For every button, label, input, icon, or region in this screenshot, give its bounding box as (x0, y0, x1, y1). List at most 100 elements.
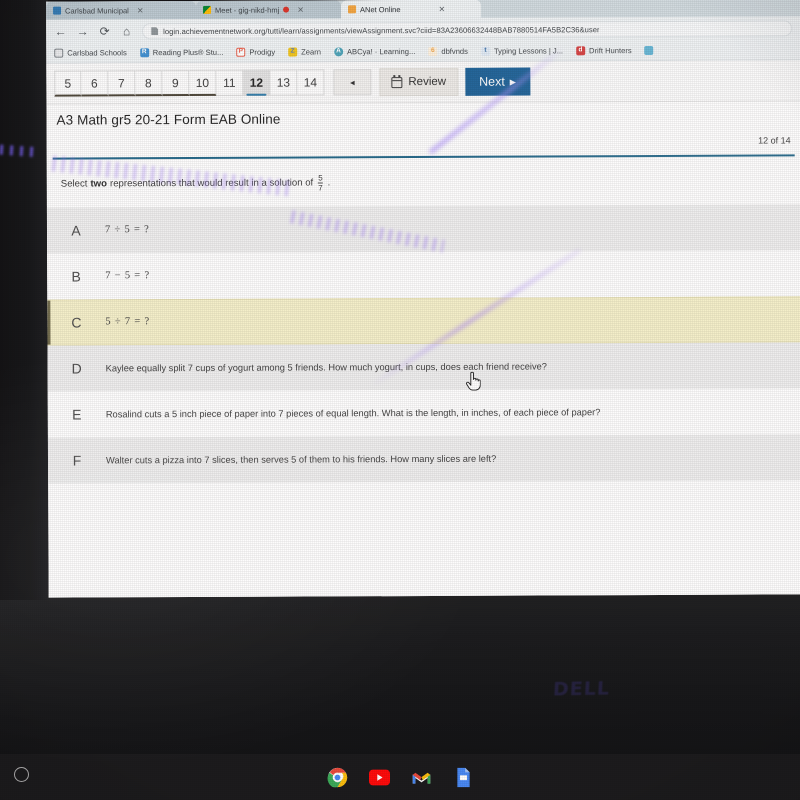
calendar-grid-icon (391, 76, 403, 88)
answer-option-d[interactable]: D Kaylee equally split 7 cups of yogurt … (47, 341, 800, 392)
gmail-icon[interactable] (411, 767, 432, 788)
bookmark-typing-lessons[interactable]: t Typing Lessons | J... (480, 46, 564, 56)
bookmark-label: Typing Lessons | J... (493, 46, 564, 56)
close-icon[interactable]: ✕ (438, 4, 445, 13)
option-text: 7 ÷ 5 = ? (104, 224, 150, 236)
drift-hunters-icon: d (576, 46, 586, 56)
chrome-icon[interactable] (327, 767, 348, 788)
question-stem: Select two representations that would re… (47, 156, 800, 203)
question-number-10[interactable]: 10 (189, 69, 217, 97)
prodigy-icon: P (236, 47, 246, 57)
tab-title: Carlsbad Municipal (65, 5, 129, 16)
answer-option-c[interactable]: C 5 ÷ 7 = ? (47, 295, 800, 346)
answer-options-list: A 7 ÷ 5 = ? B 7 − 5 = ? C 5 ÷ 7 = ? D Ka… (46, 203, 800, 484)
option-letter: F (72, 452, 82, 469)
chromeos-shelf (0, 754, 800, 800)
back-arrow-icon[interactable]: ← (54, 25, 67, 39)
option-text: 5 ÷ 7 = ? (105, 316, 150, 328)
review-button-label: Review (408, 75, 447, 89)
browser-tab-carlsbad-municipal[interactable]: Carlsbad Municipal ✕ (46, 0, 197, 20)
recording-dot-icon (283, 6, 290, 13)
home-icon[interactable]: ⌂ (120, 24, 133, 38)
answer-option-f[interactable]: F Walter cuts a pizza into 7 slices, the… (47, 433, 800, 484)
page-info-icon[interactable] (151, 27, 158, 35)
bookmark-label: Reading Plus® Stu... (152, 47, 224, 58)
bookmark-dbfvnds[interactable]: 6 dbfvnds (428, 47, 468, 56)
browser-window: Carlsbad Municipal ✕ Meet - gig-nikd-hmj… (46, 0, 800, 598)
bookmark-label: ABCya! · Learning... (346, 47, 416, 57)
previous-page-button[interactable]: ◂ (333, 69, 372, 96)
question-number-9[interactable]: 9 (162, 70, 190, 97)
stem-text-bold: two (90, 178, 108, 190)
question-number-13[interactable]: 13 (270, 69, 298, 96)
stem-text-before: Select (60, 178, 88, 190)
question-number-8[interactable]: 8 (135, 70, 163, 97)
review-button[interactable]: Review (379, 67, 459, 97)
dbfvnds-icon: 6 (428, 46, 438, 56)
bookmark-label: Prodigy (249, 47, 276, 57)
option-letter: B (71, 268, 81, 285)
youtube-icon[interactable] (368, 767, 390, 788)
stem-text-end: . (327, 177, 331, 189)
fraction-five-sevenths: 5 7 (318, 173, 323, 193)
question-number-11[interactable]: 11 (216, 69, 244, 96)
launcher-circle-icon[interactable] (14, 767, 29, 782)
bookmark-zearn[interactable]: Z Zearn (288, 47, 321, 57)
question-navigation-bar: 5 6 7 8 9 10 11 12 13 14 ◂ Review Next ▶ (46, 60, 800, 105)
stem-text-after: representations that would result in a s… (109, 177, 314, 190)
question-number-6[interactable]: 6 (81, 70, 109, 97)
browser-tab-meet[interactable]: Meet - gig-nikd-hmj ✕ (196, 0, 342, 19)
laptop-screen-photo: DELL Carlsbad Municipal ✕ Meet - gig-nik… (0, 0, 800, 800)
reading-plus-icon: R (139, 48, 149, 58)
abcya-icon: A (333, 47, 343, 57)
reload-icon[interactable]: ⟳ (98, 24, 111, 38)
bookmark-reading-plus[interactable]: R Reading Plus® Stu... (139, 47, 224, 58)
tab-title: Meet - gig-nikd-hmj (215, 5, 280, 15)
question-number-7[interactable]: 7 (108, 70, 136, 97)
question-counter: 12 of 14 (758, 135, 791, 146)
bookmark-prodigy[interactable]: P Prodigy (236, 48, 275, 57)
bookmark-drift-hunters[interactable]: d Drift Hunters (576, 46, 632, 56)
question-number-5[interactable]: 5 (54, 70, 82, 97)
bookmark-label: Drift Hunters (589, 46, 632, 56)
close-icon[interactable]: ✕ (137, 6, 144, 15)
folder-icon (54, 48, 64, 58)
tab-title: ANet Online (360, 4, 401, 14)
option-letter: D (71, 360, 82, 377)
option-letter: A (71, 222, 81, 239)
google-meet-icon (203, 5, 212, 14)
answer-option-b[interactable]: B 7 − 5 = ? (47, 249, 800, 300)
anet-icon (348, 5, 357, 14)
option-text: 7 − 5 = ? (105, 270, 150, 282)
close-icon[interactable]: ✕ (297, 5, 304, 14)
bookmark-label: Zearn (301, 47, 321, 57)
question-number-12[interactable]: 12 (243, 69, 271, 96)
question-counter-row: 12 of 14 (47, 124, 800, 151)
browser-tab-anet-online[interactable]: ANet Online ✕ (341, 0, 482, 19)
globe-icon (53, 6, 62, 15)
address-bar[interactable]: login.achievementnetwork.org/tutti/learn… (142, 20, 793, 40)
bookmark-abcya[interactable]: A ABCya! · Learning... (333, 47, 416, 57)
question-number-14[interactable]: 14 (297, 69, 325, 96)
answer-option-e[interactable]: E Rosalind cuts a 5 inch piece of paper … (47, 387, 800, 438)
next-button[interactable]: Next ▶ (465, 67, 530, 96)
bookmark-label: dbfvnds (441, 46, 468, 56)
option-text: Kaylee equally split 7 cups of yogurt am… (105, 361, 547, 373)
typing-lessons-icon: t (480, 46, 490, 56)
anet-assignment-app: 5 6 7 8 9 10 11 12 13 14 ◂ Review Next ▶ (46, 60, 800, 598)
extra-bookmark-icon (644, 45, 654, 56)
bookmark-label: Carlsbad Schools (67, 48, 127, 58)
left-dark-edge (0, 0, 48, 600)
bookmark-extra[interactable] (644, 45, 654, 56)
url-text: login.achievementnetwork.org/tutti/learn… (163, 24, 600, 36)
answer-option-a[interactable]: A 7 ÷ 5 = ? (46, 203, 800, 254)
browser-toolbar: ← → ⟳ ⌂ login.achievementnetwork.org/tut… (46, 16, 800, 44)
option-text: Rosalind cuts a 5 inch piece of paper in… (105, 406, 601, 419)
slides-icon[interactable] (453, 767, 474, 788)
bookmark-carlsbad-schools[interactable]: Carlsbad Schools (54, 48, 127, 58)
next-button-label: Next (479, 74, 505, 89)
fraction-numerator: 5 (318, 173, 323, 183)
next-arrow-icon: ▶ (509, 77, 516, 87)
option-letter: E (72, 406, 82, 423)
forward-arrow-icon[interactable]: → (76, 24, 89, 38)
